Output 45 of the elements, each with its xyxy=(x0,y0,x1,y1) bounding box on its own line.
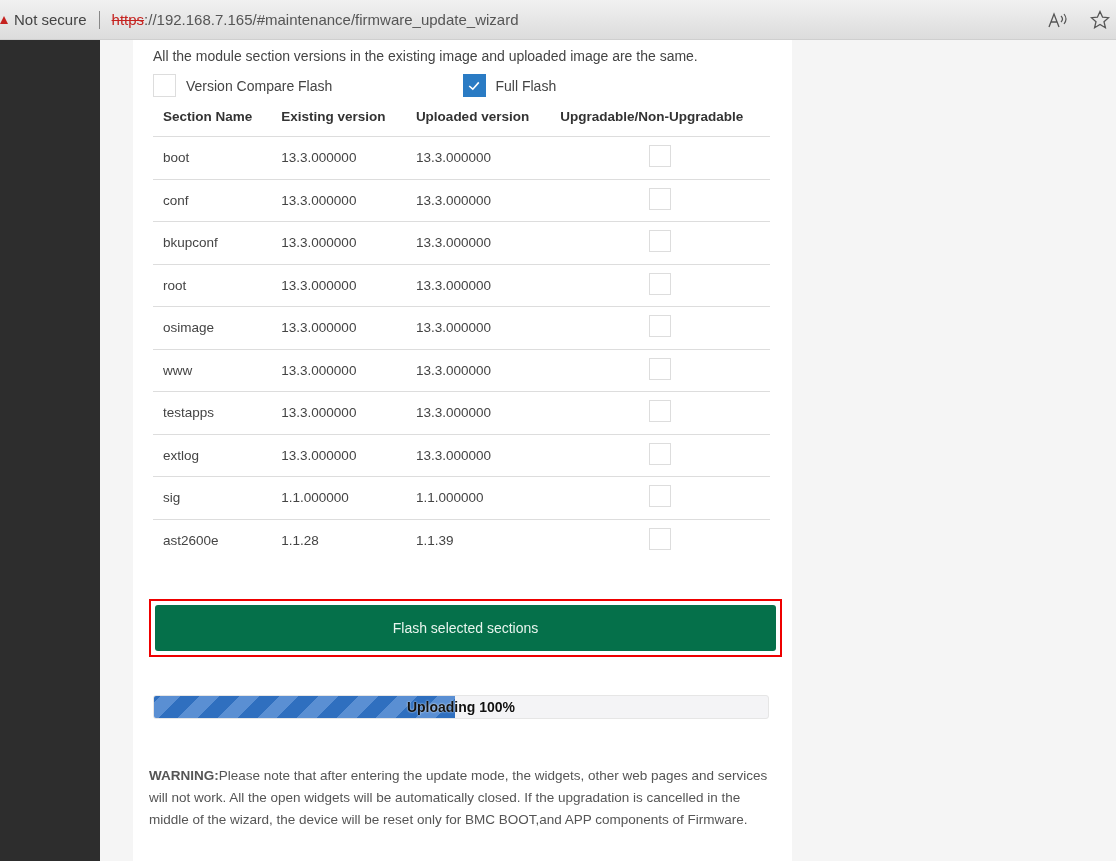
table-cell: 13.3.000000 xyxy=(415,192,491,208)
star-icon[interactable] xyxy=(1090,9,1110,30)
table-cell: 13.3.000000 xyxy=(281,150,357,166)
checkbox-label: Full Flash xyxy=(495,77,557,94)
table-cell: www xyxy=(163,362,193,378)
table-cell: ast2600e xyxy=(163,532,219,548)
table-cell: 13.3.000000 xyxy=(281,447,357,463)
table-cell: osimage xyxy=(163,320,215,336)
table-cell: 13.3.000000 xyxy=(281,235,357,251)
table-cell: 13.3.000000 xyxy=(281,192,357,208)
table-cell: 13.3.000000 xyxy=(415,277,491,293)
table-cell: boot xyxy=(163,150,190,166)
table-cell: 1.1.28 xyxy=(281,532,319,548)
read-aloud-icon[interactable] xyxy=(1048,11,1068,28)
checkbox-label: Version Compare Flash xyxy=(186,77,333,94)
column-header: Section Name xyxy=(153,103,272,137)
table-cell: 13.3.000000 xyxy=(281,277,357,293)
table-cell: testapps xyxy=(163,405,215,421)
column-header: Uploaded version xyxy=(405,103,551,137)
table-cell: sig xyxy=(163,490,181,506)
url-text[interactable]: ://192.168.7.165/#maintenance/firmware_update_wizard xyxy=(144,11,519,28)
table-cell: extlog xyxy=(163,447,200,463)
table-cell: 1.1.000000 xyxy=(415,490,484,506)
table-cell: 1.1.39 xyxy=(415,532,454,548)
table-cell: root xyxy=(163,277,187,293)
table-cell: 13.3.000000 xyxy=(281,362,357,378)
warning-text: WARNING:Please note that after entering the update mode, the widgets, other web pages and services will not work. All the open widgets will be automatically closed. If the upgradation is cancelled in the middle of the wizard, the device will be reset only for BMC BOOT,and APP components of Firmware. xyxy=(149,767,769,829)
table-cell: 13.3.000000 xyxy=(415,235,491,251)
table-cell: 13.3.000000 xyxy=(281,320,357,336)
table-cell: 13.3.000000 xyxy=(415,362,491,378)
column-header: Upgradable/Non-Upgradable xyxy=(550,103,770,137)
table-cell: bkupconf xyxy=(163,235,218,251)
table-cell: 13.3.000000 xyxy=(415,405,491,421)
notice-text: All the module section versions in the existing image and uploaded image are the same. xyxy=(153,48,699,64)
table-cell: 13.3.000000 xyxy=(415,150,491,166)
table-cell: 13.3.000000 xyxy=(281,405,357,421)
checkbox[interactable] xyxy=(462,74,486,97)
url-scheme[interactable]: https xyxy=(111,11,145,28)
table-cell: 1.1.000000 xyxy=(281,490,349,506)
security-label[interactable]: Not secure xyxy=(14,11,87,28)
table-cell: 13.3.000000 xyxy=(415,320,491,336)
table-cell: conf xyxy=(163,192,189,208)
flash-button[interactable]: Flash selected sections xyxy=(155,605,776,651)
table-cell: 13.3.000000 xyxy=(415,447,491,463)
column-header: Existing version xyxy=(271,103,406,137)
